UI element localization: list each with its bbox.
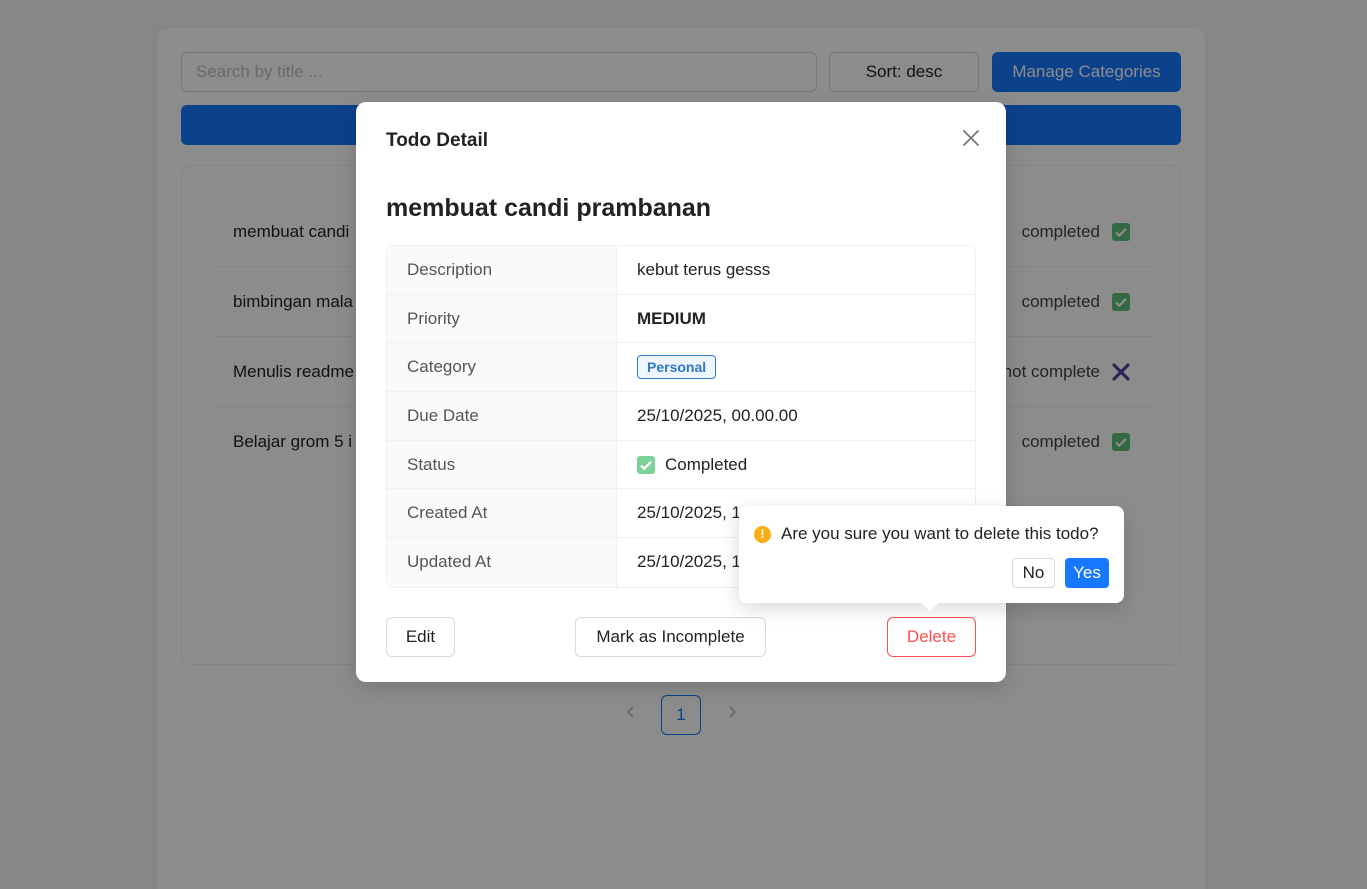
todo-title-heading: membuat candi prambanan bbox=[386, 194, 712, 222]
detail-label: Due Date bbox=[387, 392, 617, 440]
detail-row-description: Description kebut terus gesss bbox=[387, 246, 975, 295]
detail-label: Created At bbox=[387, 489, 617, 538]
detail-row-priority: Priority MEDIUM bbox=[387, 294, 975, 344]
detail-row-due-date: Due Date 25/10/2025, 00.00.00 bbox=[387, 392, 975, 441]
detail-label: Description bbox=[387, 246, 617, 294]
detail-label: Updated At bbox=[387, 538, 617, 587]
delete-popconfirm: ! Are you sure you want to delete this t… bbox=[739, 506, 1124, 612]
status-value: Completed bbox=[665, 454, 748, 474]
warning-icon: ! bbox=[754, 526, 771, 543]
detail-label: Category bbox=[387, 343, 617, 392]
detail-row-category: Category Personal bbox=[387, 343, 975, 393]
detail-row-status: Status Completed bbox=[387, 440, 975, 490]
detail-label: Status bbox=[387, 440, 617, 489]
edit-button[interactable]: Edit bbox=[386, 617, 455, 657]
close-icon[interactable] bbox=[959, 126, 983, 150]
no-button[interactable]: No bbox=[1012, 558, 1055, 588]
detail-label: Priority bbox=[387, 294, 617, 343]
delete-button[interactable]: Delete bbox=[887, 617, 976, 657]
priority-value: MEDIUM bbox=[637, 308, 706, 328]
detail-value: 25/10/2025, 00.00.00 bbox=[637, 405, 798, 425]
category-tag: Personal bbox=[637, 355, 717, 380]
yes-button[interactable]: Yes bbox=[1065, 558, 1109, 588]
check-icon bbox=[637, 455, 655, 474]
popconfirm-message: Are you sure you want to delete this tod… bbox=[781, 524, 1099, 543]
mark-incomplete-button[interactable]: Mark as Incomplete bbox=[575, 617, 766, 657]
detail-value: kebut terus gesss bbox=[637, 259, 771, 279]
modal-title: Todo Detail bbox=[386, 130, 489, 151]
